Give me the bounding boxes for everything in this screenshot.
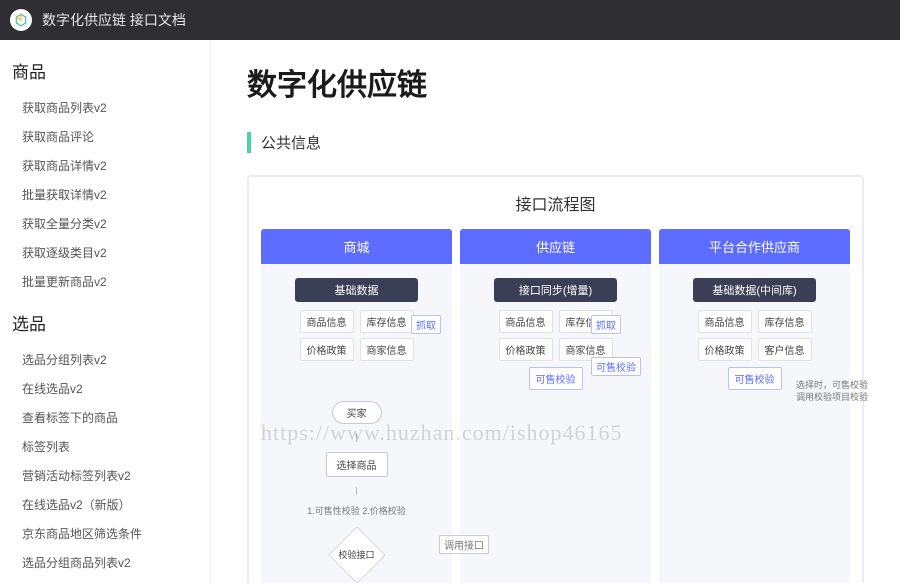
flow-call-label: 调用接口 xyxy=(439,535,489,554)
header-title: 数字化供应链 接口文档 xyxy=(42,10,186,30)
chip: 价格政策 xyxy=(698,338,752,361)
chip-outline: 可售校验 xyxy=(728,367,782,390)
app-logo xyxy=(10,9,32,31)
flow-start: 买家 xyxy=(332,401,382,424)
column-head: 供应链 xyxy=(460,229,651,264)
sidebar-item[interactable]: 标签列表 xyxy=(12,432,210,461)
column-head: 平台合作供应商 xyxy=(659,229,850,264)
chip: 商品信息 xyxy=(499,310,553,333)
chip: 商品信息 xyxy=(698,310,752,333)
sidebar-item[interactable]: 京东商品地区筛选条件 xyxy=(12,519,210,548)
sidebar-group-products: 商品 xyxy=(12,58,210,83)
sidebar-item[interactable]: 获取商品评论 xyxy=(12,122,210,151)
diagram-column-supply: 供应链 接口同步(增量) 商品信息库存信息 价格政策商家信息 可售校验 xyxy=(460,229,651,583)
sidebar: 商品 获取商品列表v2 获取商品评论 获取商品详情v2 批量获取详情v2 获取全… xyxy=(0,40,210,583)
chip: 客户信息 xyxy=(758,338,812,361)
arrow-label: 抓取 xyxy=(411,315,441,334)
sidebar-item[interactable]: 批量更新商品v2 xyxy=(12,267,210,296)
chip: 价格政策 xyxy=(499,338,553,361)
flow-step: 选择商品 xyxy=(326,452,388,477)
column-head: 商城 xyxy=(261,229,452,264)
sidebar-group-selection: 选品 xyxy=(12,310,210,335)
sidebar-item[interactable]: 在线选品v2 xyxy=(12,374,210,403)
flow-diagram: 接口流程图 商城 基础数据 商品信息库存信息 价格政策商家信息 买家 选择商品 … xyxy=(247,175,864,583)
flow-diamond: 校验接口 xyxy=(330,528,384,582)
section-heading: 公共信息 xyxy=(247,132,864,153)
sidebar-item[interactable]: 在线选品v2（新版） xyxy=(12,490,210,519)
buyer-flow: 买家 选择商品 1.可售性校验 2.价格校验 校验接口 xyxy=(261,401,452,582)
sidebar-item[interactable]: 选品库增加商品v2 xyxy=(12,577,210,583)
chip: 商家信息 xyxy=(360,338,414,361)
sidebar-item[interactable]: 获取商品列表v2 xyxy=(12,93,210,122)
arrow-label: 抓取 xyxy=(591,315,621,334)
sidebar-item[interactable]: 获取商品详情v2 xyxy=(12,151,210,180)
main-content: 数字化供应链 公共信息 接口流程图 商城 基础数据 商品信息库存信息 价格政策商… xyxy=(210,40,900,583)
diagram-column-mall: 商城 基础数据 商品信息库存信息 价格政策商家信息 买家 选择商品 1.可售性校… xyxy=(261,229,452,583)
chip: 库存信息 xyxy=(360,310,414,333)
sidebar-item[interactable]: 选品分组列表v2 xyxy=(12,345,210,374)
flow-note: 1.可售性校验 2.价格校验 xyxy=(307,505,406,518)
page-title: 数字化供应链 xyxy=(247,60,864,104)
sidebar-item[interactable]: 选品分组商品列表v2 xyxy=(12,548,210,577)
sidebar-item[interactable]: 获取逐级类目v2 xyxy=(12,238,210,267)
sidebar-item[interactable]: 获取全量分类v2 xyxy=(12,209,210,238)
diagram-column-partner: 平台合作供应商 基础数据(中间库) 商品信息库存信息 价格政策客户信息 可售校验 xyxy=(659,229,850,583)
sidebar-item[interactable]: 查看标签下的商品 xyxy=(12,403,210,432)
sidebar-item[interactable]: 营销活动标签列表v2 xyxy=(12,461,210,490)
sub-head: 接口同步(增量) xyxy=(494,278,617,302)
arrow-label: 可售校验 xyxy=(591,357,641,376)
sidebar-item[interactable]: 批量获取详情v2 xyxy=(12,180,210,209)
chip: 价格政策 xyxy=(300,338,354,361)
diagram-title: 接口流程图 xyxy=(261,191,850,215)
app-header: 数字化供应链 接口文档 xyxy=(0,0,900,40)
chip: 商品信息 xyxy=(300,310,354,333)
sub-head: 基础数据 xyxy=(295,278,418,302)
chip-outline: 可售校验 xyxy=(529,367,583,390)
sub-head: 基础数据(中间库) xyxy=(693,278,816,302)
diagram-side-note: 选择时，可售校验 调用校验项目校验 xyxy=(792,380,872,403)
chip: 库存信息 xyxy=(758,310,812,333)
